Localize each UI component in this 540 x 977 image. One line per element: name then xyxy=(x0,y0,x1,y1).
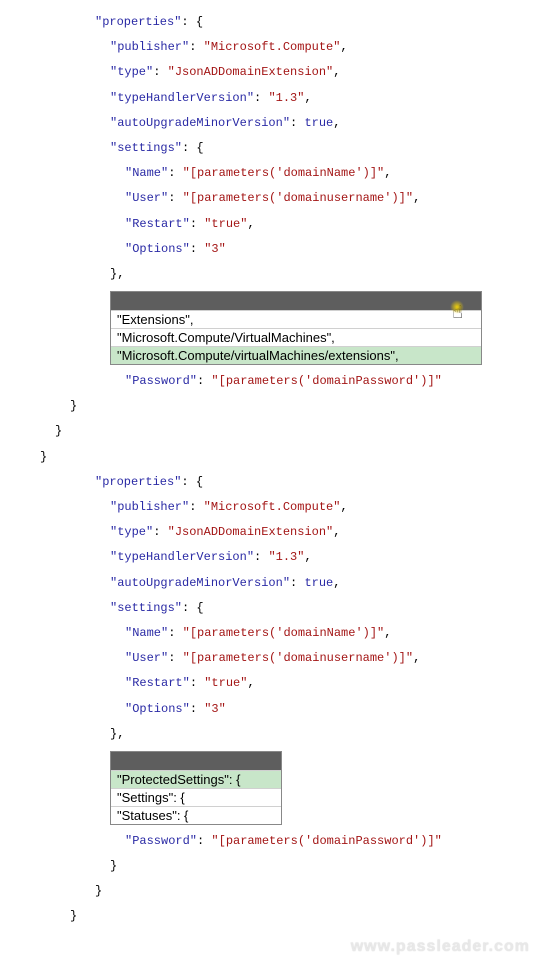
val-options: "3" xyxy=(204,702,226,716)
dropdown-option-selected[interactable]: "Microsoft.Compute/virtualMachines/exten… xyxy=(111,346,481,364)
key-name: "Name" xyxy=(125,166,168,180)
key-name: "Name" xyxy=(125,626,168,640)
val-user: "[parameters('domainusername')]" xyxy=(183,651,413,665)
val-thv: "1.3" xyxy=(268,91,304,105)
code-line: "settings": { xyxy=(0,596,540,621)
val-type: "JsonADDomainExtension" xyxy=(168,65,334,79)
val-publisher: "Microsoft.Compute" xyxy=(204,40,341,54)
code-line: "Options": "3" xyxy=(0,697,540,722)
code-line: "autoUpgradeMinorVersion": true, xyxy=(0,111,540,136)
key-publisher: "publisher" xyxy=(110,500,189,514)
key-password: "Password" xyxy=(125,374,197,388)
close-brace: } xyxy=(0,879,540,904)
key-restart: "Restart" xyxy=(125,217,190,231)
code-line: "Options": "3" xyxy=(0,237,540,262)
key-properties: "properties" xyxy=(95,475,181,489)
val-restart: "true" xyxy=(204,676,247,690)
code-line: "typeHandlerVersion": "1.3", xyxy=(0,545,540,570)
close-brace: } xyxy=(0,904,540,929)
code-line: "User": "[parameters('domainusername')]"… xyxy=(0,646,540,671)
code-line: "properties": { xyxy=(0,470,540,495)
key-user: "User" xyxy=(125,651,168,665)
code-line: "Name": "[parameters('domainName')]", xyxy=(0,621,540,646)
val-aumv: true xyxy=(304,116,333,130)
key-properties: "properties" xyxy=(95,15,181,29)
code-line: "type": "JsonADDomainExtension", xyxy=(0,520,540,545)
code-page: "properties": { "publisher": "Microsoft.… xyxy=(0,0,540,960)
val-aumv: true xyxy=(304,576,333,590)
val-name: "[parameters('domainName')]" xyxy=(183,166,385,180)
key-thv: "typeHandlerVersion" xyxy=(110,550,254,564)
dropdown-option[interactable]: "Microsoft.Compute/VirtualMachines", xyxy=(111,328,481,346)
key-aumv: "autoUpgradeMinorVersion" xyxy=(110,116,290,130)
code-line: "Restart": "true", xyxy=(0,671,540,696)
close-brace: }, xyxy=(0,262,540,287)
code-line: "User": "[parameters('domainusername')]"… xyxy=(0,186,540,211)
key-password: "Password" xyxy=(125,834,197,848)
key-publisher: "publisher" xyxy=(110,40,189,54)
code-line: "Name": "[parameters('domainName')]", xyxy=(0,161,540,186)
val-user: "[parameters('domainusername')]" xyxy=(183,191,413,205)
close-brace: } xyxy=(0,854,540,879)
val-thv: "1.3" xyxy=(268,550,304,564)
close-brace: }, xyxy=(0,722,540,747)
val-password: "[parameters('domainPassword')]" xyxy=(211,834,441,848)
key-options: "Options" xyxy=(125,702,190,716)
val-publisher: "Microsoft.Compute" xyxy=(204,500,341,514)
code-line: "publisher": "Microsoft.Compute", xyxy=(0,495,540,520)
key-type: "type" xyxy=(110,525,153,539)
key-settings: "settings" xyxy=(110,141,182,155)
key-settings: "settings" xyxy=(110,601,182,615)
code-line: "autoUpgradeMinorVersion": true, xyxy=(0,571,540,596)
dropdown-option[interactable]: "Settings": { xyxy=(111,788,281,806)
watermark-text: www.passleader.com xyxy=(351,938,530,956)
key-aumv: "autoUpgradeMinorVersion" xyxy=(110,576,290,590)
key-restart: "Restart" xyxy=(125,676,190,690)
close-brace: } xyxy=(0,419,540,444)
code-line: "Password": "[parameters('domainPassword… xyxy=(0,369,540,394)
val-restart: "true" xyxy=(204,217,247,231)
code-line: "type": "JsonADDomainExtension", xyxy=(0,60,540,85)
dropdown-header[interactable] xyxy=(111,292,481,310)
code-line: "properties": { xyxy=(0,10,540,35)
code-line: "Restart": "true", xyxy=(0,212,540,237)
close-brace: } xyxy=(0,445,540,470)
code-line: "typeHandlerVersion": "1.3", xyxy=(0,86,540,111)
code-line: "publisher": "Microsoft.Compute", xyxy=(0,35,540,60)
key-type: "type" xyxy=(110,65,153,79)
dropdown-header[interactable] xyxy=(111,752,281,770)
close-brace: } xyxy=(0,394,540,419)
key-options: "Options" xyxy=(125,242,190,256)
code-line: "Password": "[parameters('domainPassword… xyxy=(0,829,540,854)
key-thv: "typeHandlerVersion" xyxy=(110,91,254,105)
dropdown-settings[interactable]: "ProtectedSettings": { "Settings": { "St… xyxy=(110,751,282,825)
val-options: "3" xyxy=(204,242,226,256)
dropdown-option[interactable]: "Extensions", xyxy=(111,310,481,328)
val-type: "JsonADDomainExtension" xyxy=(168,525,334,539)
key-user: "User" xyxy=(125,191,168,205)
dropdown-type[interactable]: ☝ "Extensions", "Microsoft.Compute/Virtu… xyxy=(110,291,482,365)
val-password: "[parameters('domainPassword')]" xyxy=(211,374,441,388)
dropdown-option-selected[interactable]: "ProtectedSettings": { xyxy=(111,770,281,788)
dropdown-option[interactable]: "Statuses": { xyxy=(111,806,281,824)
code-line: "settings": { xyxy=(0,136,540,161)
val-name: "[parameters('domainName')]" xyxy=(183,626,385,640)
